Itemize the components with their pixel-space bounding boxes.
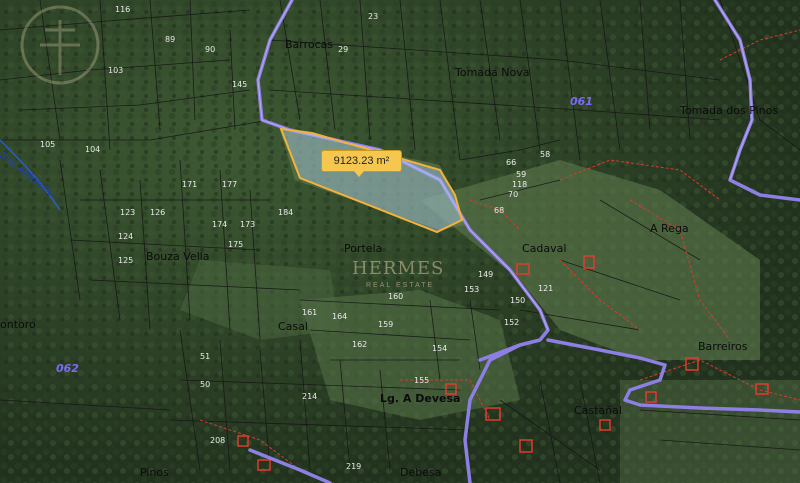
- watermark-subtext: REAL ESTATE: [366, 282, 435, 289]
- field-area: [620, 380, 800, 483]
- map-canvas: [0, 0, 800, 483]
- area-measure-badge: 9123.23 m²: [321, 150, 402, 177]
- cadastral-map[interactable]: HERMES REAL ESTATE 9123.23 m² Barrocas T…: [0, 0, 800, 483]
- watermark-text: HERMES: [352, 258, 445, 279]
